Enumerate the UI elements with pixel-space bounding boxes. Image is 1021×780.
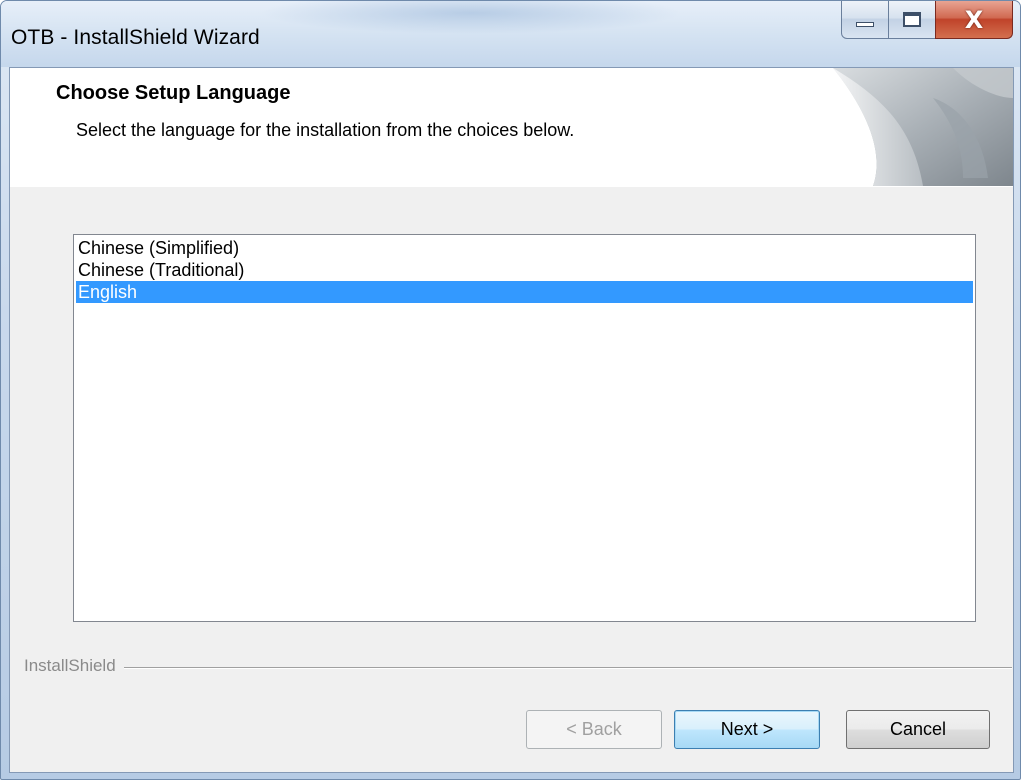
cancel-button[interactable]: Cancel <box>846 710 990 749</box>
maximize-icon <box>903 12 921 27</box>
next-button[interactable]: Next > <box>674 710 820 749</box>
back-button[interactable]: < Back <box>526 710 662 749</box>
header-divider <box>10 186 1013 187</box>
list-item-chinese-traditional[interactable]: Chinese (Traditional) <box>76 259 973 281</box>
close-icon: X <box>964 5 984 34</box>
maximize-button[interactable] <box>888 1 936 39</box>
window-title: OTB - InstallShield Wizard <box>11 26 260 49</box>
dialog-client-area: Choose Setup Language Select the languag… <box>9 67 1014 773</box>
close-button[interactable]: X <box>935 1 1013 39</box>
branding-divider <box>24 667 1012 669</box>
language-listbox[interactable]: Chinese (Simplified) Chinese (Traditiona… <box>73 234 976 622</box>
list-item-english[interactable]: English <box>76 281 973 303</box>
installer-window: OTB - InstallShield Wizard X Choose Setu… <box>0 0 1021 780</box>
minimize-icon <box>856 22 874 27</box>
installshield-branding: InstallShield <box>24 656 1014 678</box>
branding-label: InstallShield <box>24 656 124 676</box>
list-item-chinese-simplified[interactable]: Chinese (Simplified) <box>76 237 973 259</box>
title-bar[interactable]: OTB - InstallShield Wizard X <box>1 1 1020 67</box>
page-title: Choose Setup Language <box>56 82 291 104</box>
wizard-header: Choose Setup Language Select the languag… <box>10 68 1013 187</box>
page-subtitle: Select the language for the installation… <box>76 120 575 140</box>
caption-buttons: X <box>841 1 1013 39</box>
minimize-button[interactable] <box>841 1 889 39</box>
page-curl-graphic-icon <box>833 68 1013 186</box>
